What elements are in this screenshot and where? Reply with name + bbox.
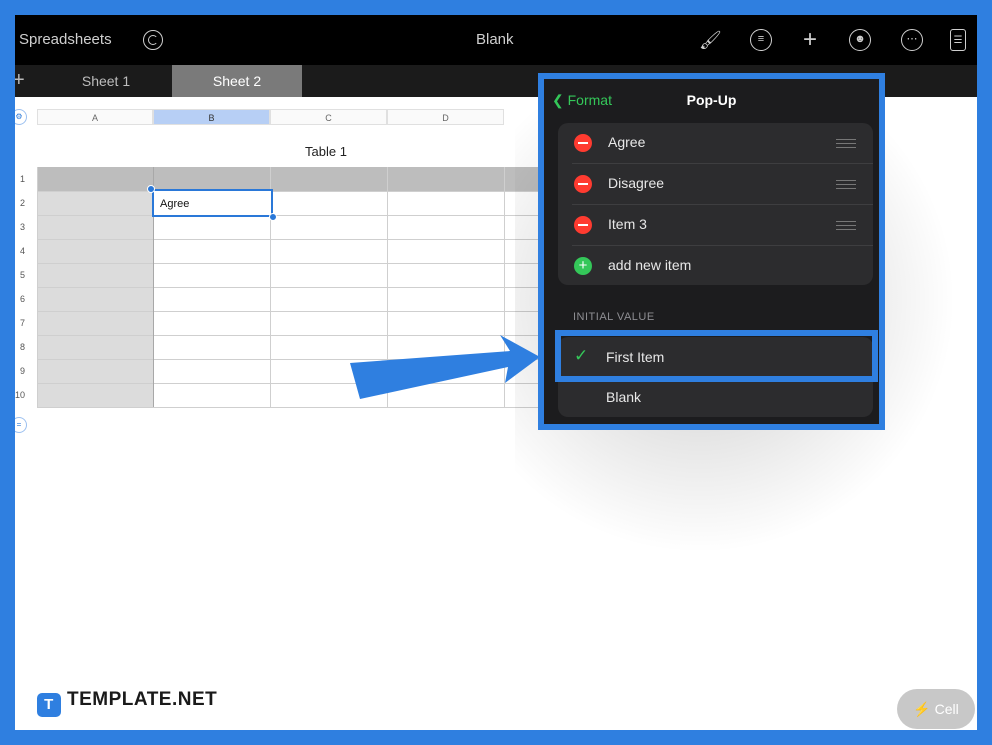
row-header[interactable]: 10 (15, 390, 25, 400)
selection-handle-top[interactable] (147, 185, 155, 193)
brand-text: TEMPLATE.NET (67, 689, 218, 710)
filter-icon[interactable]: ≡ (750, 29, 772, 51)
delete-minus-icon[interactable] (574, 216, 592, 234)
select-all-handle[interactable]: ⚙ (15, 109, 27, 125)
list-item[interactable]: Item 3 (558, 205, 873, 245)
table-title[interactable]: Table 1 (305, 144, 347, 159)
list-item[interactable]: Agree (558, 123, 873, 163)
highlight-box (555, 330, 878, 382)
option-label[interactable]: Blank (606, 389, 641, 405)
more-icon[interactable]: ⋯ (901, 29, 923, 51)
tab-sheet-2[interactable]: Sheet 2 (172, 65, 302, 97)
chevron-left-icon: ❮ (552, 92, 568, 108)
delete-minus-icon[interactable] (574, 134, 592, 152)
cell-button-label: Cell (934, 701, 959, 717)
format-back-button[interactable]: ❮ Format (552, 92, 612, 109)
template-net-logo: T TEMPLATE.NET (37, 689, 217, 717)
row-header[interactable]: 4 (15, 246, 25, 256)
lightning-icon: ⚡ (913, 701, 931, 717)
format-popover: Pop-Up ❮ Format Agree Disagree Item 3 + … (538, 73, 885, 430)
add-sheet-icon[interactable]: + (15, 69, 25, 92)
popover-content: Pop-Up ❮ Format Agree Disagree Item 3 + … (544, 79, 879, 424)
selection-handle-bottom[interactable] (269, 213, 277, 221)
item-label[interactable]: Disagree (608, 175, 664, 191)
tab-sheet-1[interactable]: Sheet 1 (51, 65, 161, 97)
option-blank[interactable]: Blank (558, 377, 873, 417)
grid-line (37, 263, 557, 264)
plus-icon[interactable]: + (799, 28, 821, 52)
grid-line (37, 239, 557, 240)
format-back-label: Format (567, 92, 612, 108)
reorder-handle-icon[interactable] (836, 221, 856, 230)
row-header[interactable]: 1 (15, 174, 25, 184)
row-header[interactable]: 3 (15, 222, 25, 232)
logo-t-icon: T (37, 693, 61, 717)
column-header-a[interactable]: A (37, 109, 153, 125)
row-header[interactable]: 6 (15, 294, 25, 304)
column-header-c[interactable]: C (270, 109, 387, 125)
undo-icon[interactable] (143, 30, 163, 50)
grid-line (37, 215, 557, 216)
column-header-b[interactable]: B (153, 109, 270, 125)
row-header[interactable]: 5 (15, 270, 25, 280)
reorder-handle-icon[interactable] (836, 180, 856, 189)
brush-icon[interactable]: 🖌 (699, 29, 722, 51)
table-header-column[interactable] (37, 191, 153, 407)
item-label[interactable]: Item 3 (608, 216, 647, 232)
initial-value-header: INITIAL VALUE (573, 311, 655, 323)
add-new-item-label[interactable]: add new item (608, 257, 691, 273)
row-header[interactable]: 8 (15, 342, 25, 352)
app-frame: Spreadsheets Blank 🖌 ≡ + ☻ ⋯ ☰ + Sheet 1… (15, 15, 977, 730)
row-header[interactable]: 9 (15, 366, 25, 376)
toolbar: Spreadsheets Blank 🖌 ≡ + ☻ ⋯ ☰ (15, 15, 977, 65)
collaborate-icon[interactable]: ☻ (849, 29, 871, 51)
reorder-handle-icon[interactable] (836, 139, 856, 148)
document-title: Blank (476, 31, 514, 48)
add-new-item-row[interactable]: + add new item (558, 246, 873, 286)
popup-items-list: Agree Disagree Item 3 + add new item (558, 123, 873, 285)
table-rows-handle[interactable]: = (15, 417, 27, 433)
grid-line (37, 167, 38, 407)
add-plus-icon[interactable]: + (574, 257, 592, 275)
grid-line (37, 191, 557, 192)
document-view-icon[interactable]: ☰ (950, 29, 966, 51)
grid-line (37, 287, 557, 288)
pointer-arrow (350, 335, 540, 399)
selected-cell-b2[interactable]: Agree (152, 189, 273, 217)
row-header[interactable]: 7 (15, 318, 25, 328)
list-item[interactable]: Disagree (558, 164, 873, 204)
grid-line (37, 311, 557, 312)
row-header[interactable]: 2 (15, 198, 25, 208)
table-header-row[interactable] (37, 167, 557, 191)
cell-button[interactable]: ⚡ Cell (897, 689, 975, 729)
delete-minus-icon[interactable] (574, 175, 592, 193)
spreadsheets-back-button[interactable]: Spreadsheets (19, 31, 112, 48)
item-label[interactable]: Agree (608, 134, 645, 150)
grid-line (37, 407, 557, 408)
column-header-d[interactable]: D (387, 109, 504, 125)
